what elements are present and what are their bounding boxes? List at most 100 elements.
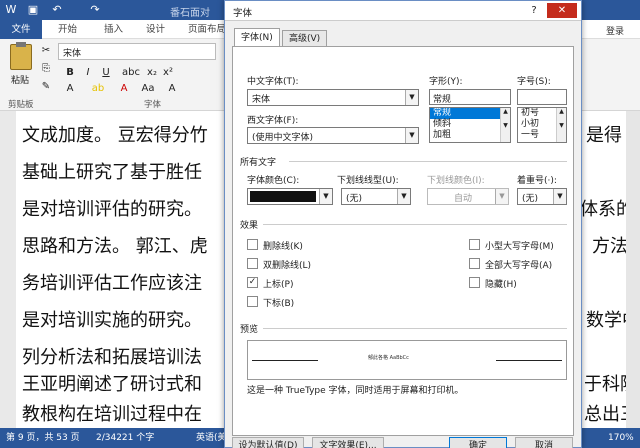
hidden-label: 隐藏(H) <box>485 280 517 290</box>
doc-line: 务培训评估工作应该注 <box>22 273 202 294</box>
preview-line-left <box>252 360 318 361</box>
subscript-checkbox[interactable] <box>247 296 258 307</box>
preview-box: 郁此各格 AaBbCc <box>247 340 567 380</box>
cut-icon[interactable]: ✂ <box>38 43 54 59</box>
page-count[interactable]: 第 9 页，共 53 页 <box>6 428 80 448</box>
emphasis-value: (无) <box>522 194 539 204</box>
chinese-font-select[interactable]: 宋体 ▼ <box>247 89 419 106</box>
superscript-label: 上标(P) <box>263 280 294 290</box>
font-color-select[interactable]: ▼ <box>247 188 333 205</box>
size-list[interactable]: 初号 小初 一号 ▲ ▼ <box>517 107 567 143</box>
style-list[interactable]: 常规 倾斜 加粗 ▲ ▼ <box>429 107 511 143</box>
font-tab-panel: 中文字体(T): 宋体 ▼ 西文字体(F): (使用中文字体) ▼ 字形(Y):… <box>232 46 574 436</box>
clipboard-group-label: 剪贴板 <box>8 100 34 110</box>
preview-line-right <box>496 360 562 361</box>
paste-label: 粘贴 <box>11 76 30 86</box>
underline-color-value: 自动 <box>453 194 472 204</box>
underline-color-label: 下划线颜色(I): <box>427 176 485 186</box>
copy-icon[interactable]: ⎘ <box>38 61 54 77</box>
chinese-font-label: 中文字体(T): <box>247 77 299 87</box>
font-color-icon[interactable]: A <box>116 81 132 97</box>
divider <box>263 224 567 225</box>
ok-button[interactable]: 确定 <box>449 437 507 448</box>
set-default-button[interactable]: 设为默认值(D) <box>232 437 304 448</box>
strikethrough-checkbox[interactable] <box>247 239 258 250</box>
char-shading-icon[interactable]: A <box>164 81 180 97</box>
strikethrough-label: 删除线(K) <box>263 242 303 252</box>
all-text-label: 所有文字 <box>240 158 277 168</box>
small-caps-label: 小型大写字母(M) <box>485 242 554 252</box>
chevron-down-icon: ▼ <box>553 189 566 204</box>
tab-file[interactable]: 文件 <box>0 20 42 39</box>
emphasis-select[interactable]: (无) ▼ <box>517 188 567 205</box>
left-margin <box>0 111 16 428</box>
italic-button[interactable]: I <box>80 65 96 81</box>
hidden-checkbox[interactable] <box>469 277 480 288</box>
doc-line: 王亚明阐述了研讨式和 <box>22 374 202 395</box>
chevron-down-icon: ▼ <box>319 189 332 204</box>
font-color-swatch <box>250 191 316 202</box>
tab-insert[interactable]: 插入 <box>96 20 131 39</box>
preview-label: 预览 <box>240 325 259 335</box>
font-dialog: 字体 ? ✕ 字体(N) 高级(V) 中文字体(T): 宋体 ▼ 西文字体(F)… <box>224 0 582 448</box>
font-name-box[interactable]: 宋体 <box>58 43 216 60</box>
preview-sample: 郁此各格 AaBbCc <box>368 355 409 361</box>
style-option[interactable]: 倾斜 <box>430 119 510 130</box>
tab-design[interactable]: 设计 <box>138 20 173 39</box>
doc-line: 列分析法和拓展培训法 <box>22 347 202 368</box>
doc-line: 文成加度。 豆宏得分竹 <box>22 125 208 146</box>
underline-color-select: 自动 ▼ <box>427 188 509 205</box>
size-list-scrollbar[interactable]: ▲ ▼ <box>556 108 566 142</box>
western-font-select[interactable]: (使用中文字体) ▼ <box>247 127 419 144</box>
strikethrough-button[interactable]: abc <box>122 65 140 81</box>
underline-style-value: (无) <box>346 194 363 204</box>
subscript-label: 下标(B) <box>263 299 295 309</box>
chevron-down-icon: ▼ <box>397 189 410 204</box>
bold-button[interactable]: B <box>62 65 78 81</box>
style-option[interactable]: 加粗 <box>430 130 510 141</box>
underline-style-select[interactable]: (无) ▼ <box>341 188 411 205</box>
superscript-checkbox[interactable]: ✓ <box>247 277 258 288</box>
text-effects-button[interactable]: 文字效果(E)... <box>312 437 384 448</box>
underline-style-label: 下划线线型(U): <box>337 176 399 186</box>
zoom-level[interactable]: 170% <box>608 428 634 448</box>
font-group-label: 字体 <box>144 100 162 110</box>
redo-icon[interactable]: ↷ <box>88 3 102 17</box>
word-count[interactable]: 2/34221 个字 <box>96 428 154 448</box>
subscript-button[interactable]: x₂ <box>144 65 160 81</box>
paste-icon[interactable] <box>10 42 32 70</box>
superscript-button[interactable]: x² <box>160 65 176 81</box>
tab-advanced[interactable]: 高级(V) <box>282 30 328 46</box>
all-caps-checkbox[interactable] <box>469 258 480 269</box>
double-strikethrough-checkbox[interactable] <box>247 258 258 269</box>
tab-font[interactable]: 字体(N) <box>234 28 280 47</box>
small-caps-checkbox[interactable] <box>469 239 480 250</box>
cancel-button[interactable]: 取消 <box>515 437 573 448</box>
save-icon[interactable]: ▣ <box>26 3 40 17</box>
divider <box>289 161 567 162</box>
doc-title: 番石面对 <box>170 8 210 19</box>
vertical-scrollbar[interactable] <box>626 111 640 428</box>
close-icon[interactable]: ✕ <box>547 3 577 18</box>
signin-link[interactable]: 登录 <box>606 24 624 37</box>
doc-line: 思路和方法。 郭江、虎 <box>22 236 208 257</box>
word-logo-icon: W <box>5 3 17 16</box>
help-icon[interactable]: ? <box>527 4 541 18</box>
chevron-down-icon: ▼ <box>495 189 508 204</box>
western-font-label: 西文字体(F): <box>247 116 299 126</box>
underline-button[interactable]: U <box>98 65 114 81</box>
grow-font-icon[interactable]: Aa <box>140 81 156 97</box>
undo-icon[interactable]: ↶ <box>50 3 64 17</box>
format-painter-icon[interactable]: ✎ <box>38 79 54 95</box>
divider <box>263 328 567 329</box>
style-input[interactable]: 常规 <box>429 89 511 105</box>
size-input[interactable] <box>517 89 567 105</box>
doc-line: 是对培训评估的研究。 <box>22 199 202 220</box>
highlight-icon[interactable]: ab <box>90 81 106 97</box>
dialog-title-bar: 字体 ? ✕ <box>225 1 581 21</box>
text-effects-icon[interactable]: A <box>62 81 78 97</box>
doc-line: 教根构在培训过程中在 <box>22 404 202 425</box>
tab-home[interactable]: 开始 <box>50 20 85 39</box>
style-list-scrollbar[interactable]: ▲ ▼ <box>500 108 510 142</box>
style-option[interactable]: 常规 <box>430 108 510 119</box>
